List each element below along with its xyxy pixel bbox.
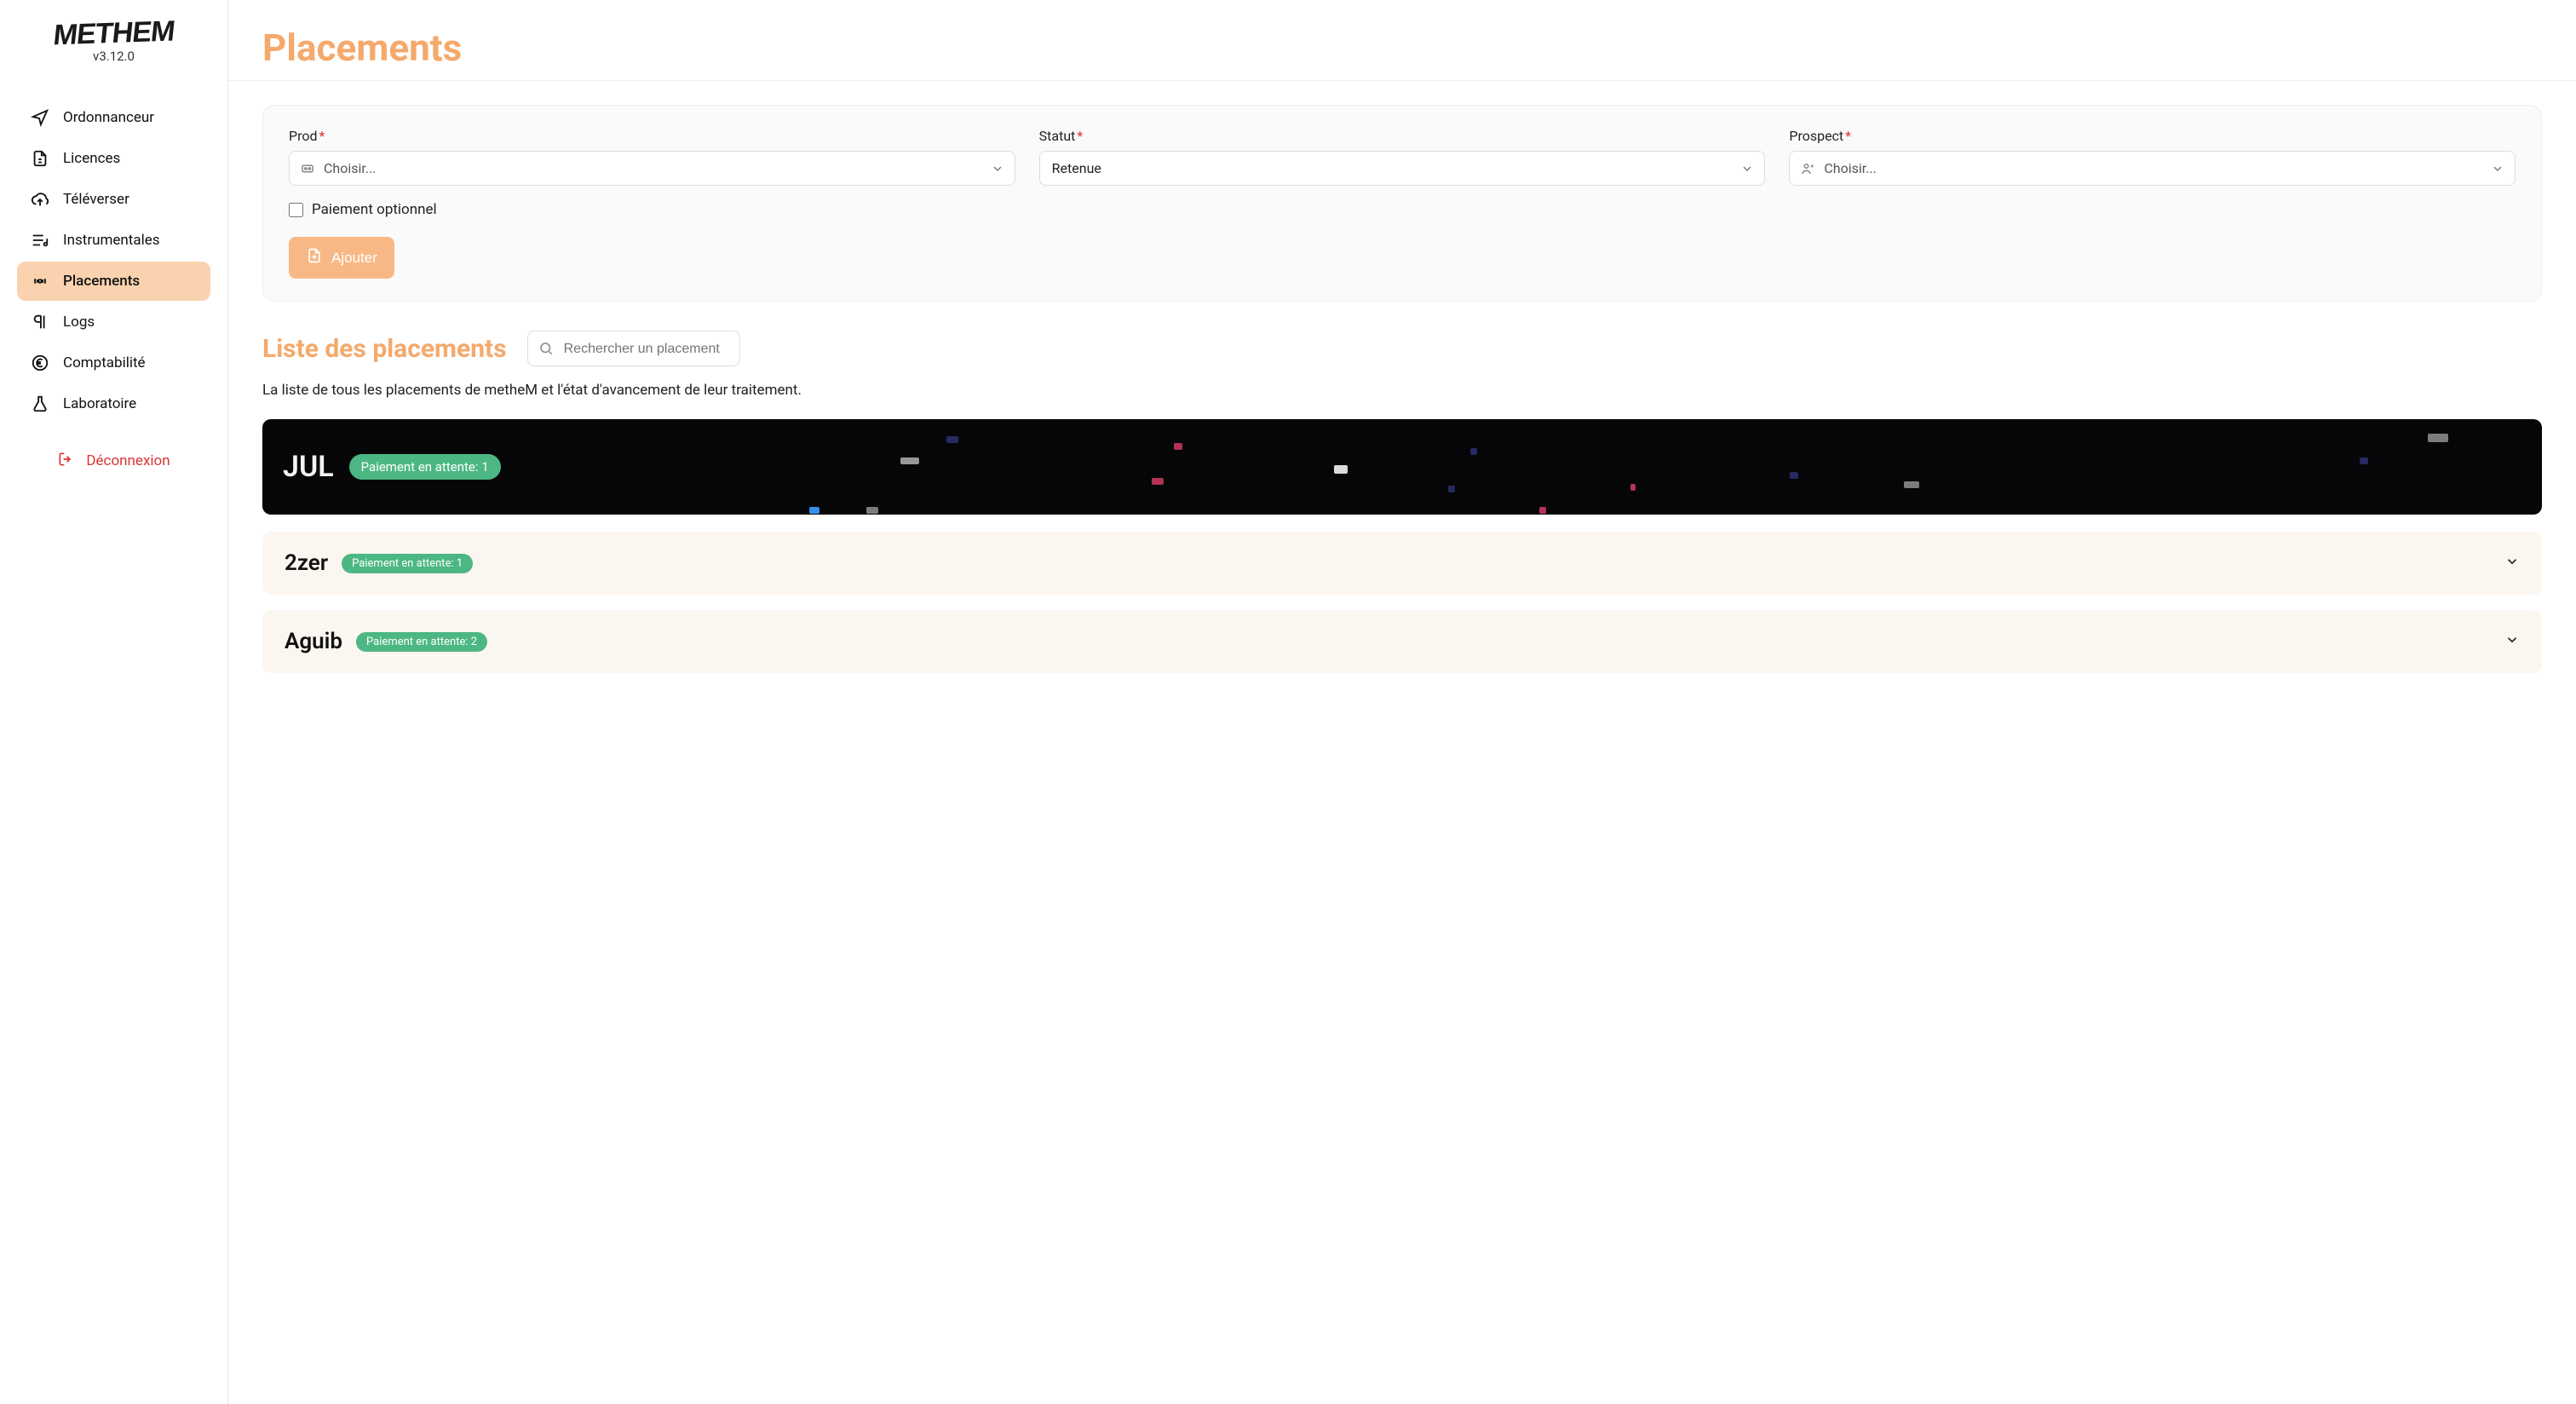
prospect-select-value: Choisir... xyxy=(1824,160,1877,176)
playlist-icon xyxy=(31,231,49,250)
main-content: Placements Prod* Choisir... xyxy=(228,0,2576,1404)
logout-label: Déconnexion xyxy=(86,452,170,469)
placement-hero[interactable]: JUL Paiement en attente: 1 xyxy=(262,419,2542,515)
prospect-select[interactable]: Choisir... xyxy=(1789,151,2516,186)
optional-payment-checkbox[interactable] xyxy=(289,203,303,217)
status-badge: Paiement en attente: 1 xyxy=(349,454,501,480)
upload-cloud-icon xyxy=(31,190,49,209)
chevron-down-icon xyxy=(2504,554,2520,573)
sidebar-item-label: Placements xyxy=(63,273,140,290)
file-icon xyxy=(31,149,49,168)
field-prod-label: Prod* xyxy=(289,128,1015,144)
prod-select[interactable]: Choisir... xyxy=(289,151,1015,186)
sidebar-item-label: Laboratoire xyxy=(63,395,136,412)
field-statut-label: Statut* xyxy=(1039,128,1766,144)
placement-row-name: Aguib xyxy=(285,629,342,654)
prod-select-value: Choisir... xyxy=(324,160,377,176)
sidebar-item-instrumentales[interactable]: Instrumentales xyxy=(17,221,210,260)
placement-row-name: 2zer xyxy=(285,550,328,576)
broadcast-icon xyxy=(31,272,49,291)
sidebar-item-licences[interactable]: Licences xyxy=(17,139,210,178)
sidebar-item-logs[interactable]: Logs xyxy=(17,302,210,342)
sidebar-item-label: Licences xyxy=(63,150,120,167)
sidebar-nav: Ordonnanceur Licences Téléverser Instrum… xyxy=(0,98,227,423)
chevron-down-icon xyxy=(1740,162,1754,176)
create-placement-form: Prod* Choisir... Statut* xyxy=(262,105,2542,302)
cursor-icon xyxy=(31,108,49,127)
chevron-down-icon xyxy=(991,162,1004,176)
sidebar-item-ordonnanceur[interactable]: Ordonnanceur xyxy=(17,98,210,137)
list-description: La liste de tous les placements de methe… xyxy=(262,382,2542,399)
chevron-down-icon xyxy=(2491,162,2504,176)
optional-payment-label: Paiement optionnel xyxy=(312,201,437,218)
logout-icon xyxy=(57,451,74,472)
add-button[interactable]: Ajouter xyxy=(289,237,394,279)
user-icon xyxy=(1800,161,1815,176)
field-prospect-label: Prospect* xyxy=(1789,128,2516,144)
brand-block: METHEM v3.12.0 xyxy=(0,20,227,64)
search-box[interactable] xyxy=(527,331,740,366)
list-title: Liste des placements xyxy=(262,334,507,364)
logout-button[interactable]: Déconnexion xyxy=(17,440,210,482)
sidebar-item-label: Instrumentales xyxy=(63,232,160,249)
statut-select-value: Retenue xyxy=(1052,160,1101,176)
optional-payment-checkbox-row[interactable]: Paiement optionnel xyxy=(289,201,2516,218)
page-title: Placements xyxy=(262,26,2542,70)
sidebar-item-comptabilite[interactable]: Comptabilité xyxy=(17,343,210,383)
sidebar-item-label: Comptabilité xyxy=(63,354,146,371)
sidebar: METHEM v3.12.0 Ordonnanceur Licences xyxy=(0,0,228,1404)
search-icon xyxy=(538,341,554,356)
status-badge: Paiement en attente: 1 xyxy=(342,554,473,573)
search-input[interactable] xyxy=(564,342,727,357)
placement-hero-name: JUL xyxy=(283,450,334,484)
brand-logo: METHEM xyxy=(52,19,175,49)
brand-version: v3.12.0 xyxy=(17,49,210,64)
file-plus-icon xyxy=(306,247,323,268)
sidebar-item-laboratoire[interactable]: Laboratoire xyxy=(17,384,210,423)
sidebar-item-televerser[interactable]: Téléverser xyxy=(17,180,210,219)
sidebar-item-placements[interactable]: Placements xyxy=(17,262,210,301)
hero-background xyxy=(262,419,2542,515)
statut-select[interactable]: Retenue xyxy=(1039,151,1766,186)
status-badge: Paiement en attente: 2 xyxy=(356,632,487,652)
add-button-label: Ajouter xyxy=(331,250,377,267)
paragraph-icon xyxy=(31,313,49,331)
chevron-down-icon xyxy=(2504,632,2520,651)
record-icon xyxy=(300,161,315,176)
field-prospect: Prospect* Choisir... xyxy=(1789,128,2516,186)
field-statut: Statut* Retenue xyxy=(1039,128,1766,186)
divider xyxy=(228,80,2576,81)
list-header: Liste des placements xyxy=(262,331,2542,366)
sidebar-item-label: Logs xyxy=(63,314,95,331)
placement-row[interactable]: Aguib Paiement en attente: 2 xyxy=(262,610,2542,673)
flask-icon xyxy=(31,394,49,413)
field-prod: Prod* Choisir... xyxy=(289,128,1015,186)
placement-row[interactable]: 2zer Paiement en attente: 1 xyxy=(262,532,2542,595)
sidebar-item-label: Téléverser xyxy=(63,191,129,208)
sidebar-item-label: Ordonnanceur xyxy=(63,109,154,126)
euro-icon xyxy=(31,354,49,372)
